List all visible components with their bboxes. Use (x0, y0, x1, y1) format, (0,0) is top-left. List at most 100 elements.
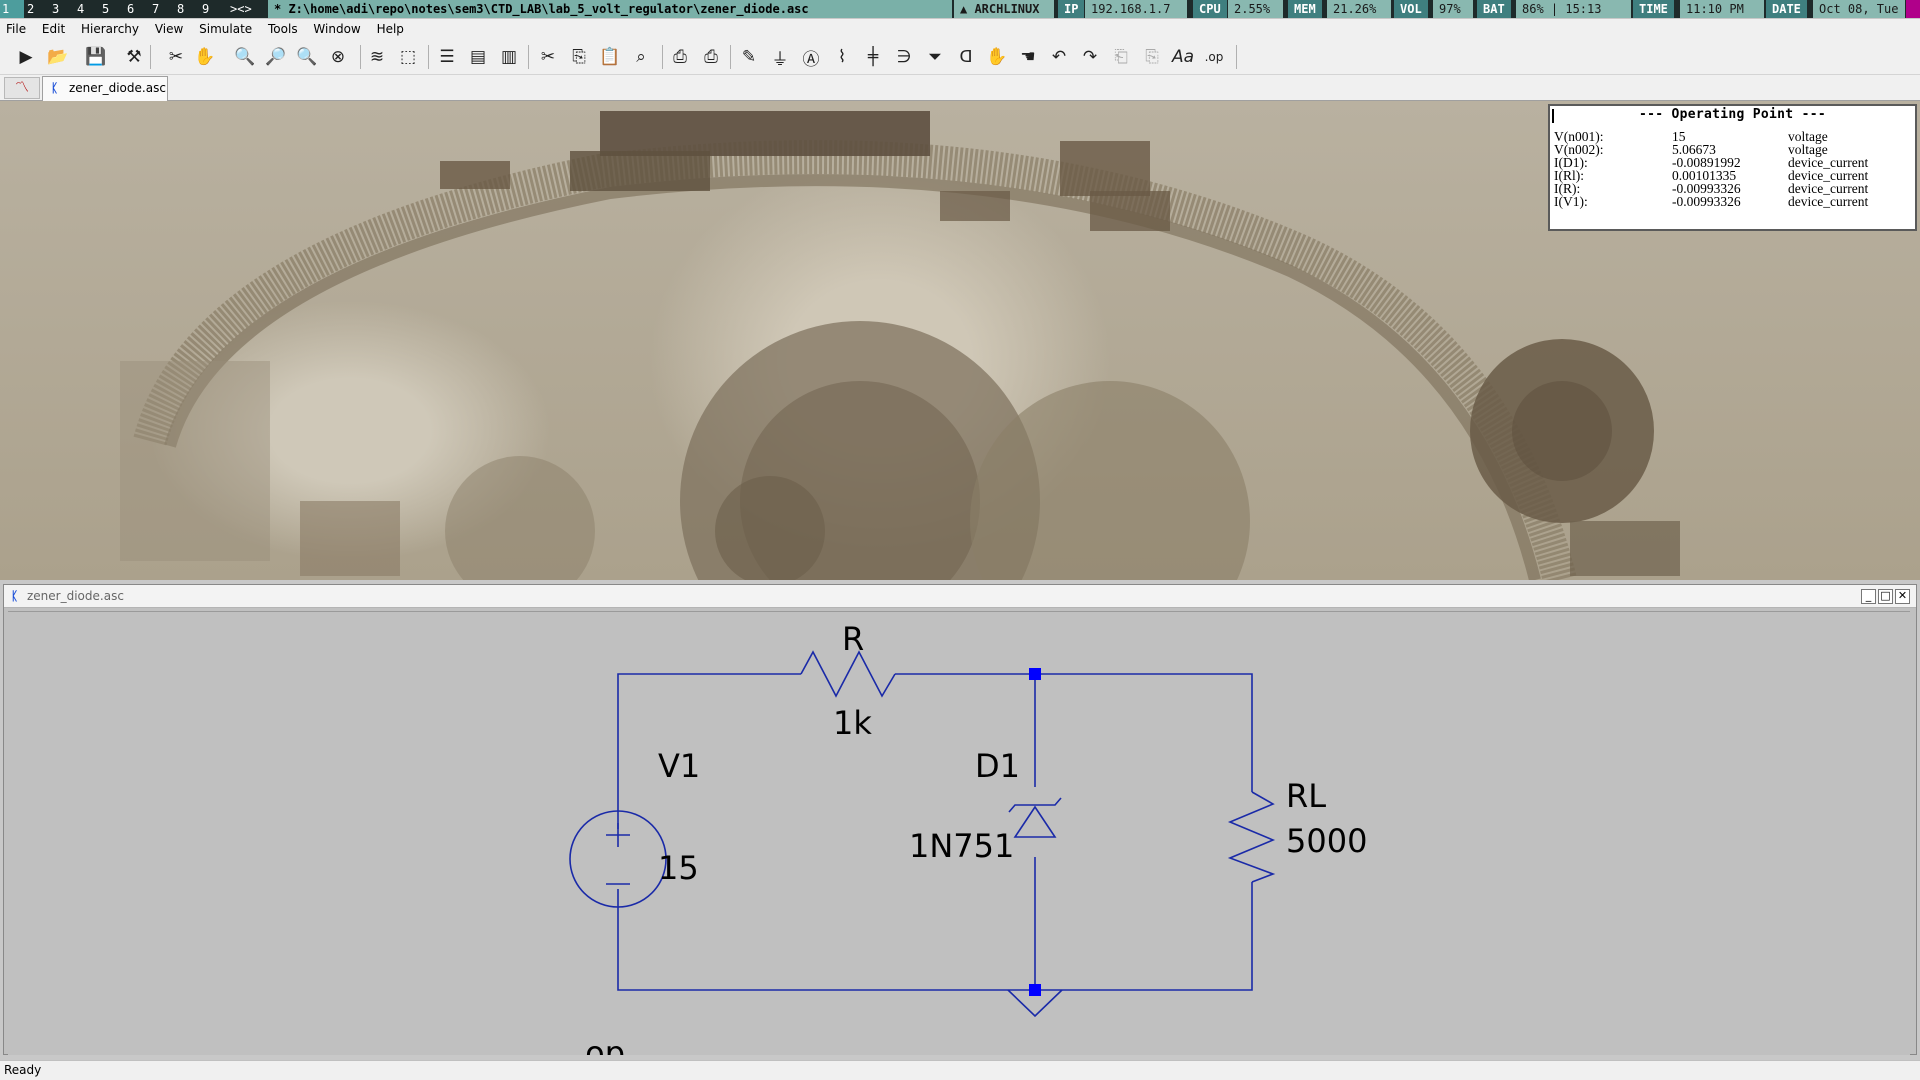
run-icon[interactable]: ▶ (14, 45, 38, 69)
mem-value: 21.26% (1327, 0, 1391, 18)
tab-zener-diode[interactable]: ᛕ zener_diode.asc (42, 76, 168, 101)
date-label: DATE (1766, 0, 1807, 18)
control-panel-icon[interactable]: ⚒ (122, 45, 146, 69)
text-icon[interactable]: Aa (1171, 45, 1195, 69)
v1-value-label[interactable]: 15 (658, 849, 699, 887)
rotate-icon[interactable]: ⎗ (1109, 45, 1133, 69)
menu-edit[interactable]: Edit (36, 19, 71, 39)
schematic-canvas[interactable]: R 1k V1 15 D1 1N751 RL 5000 .op (8, 611, 1910, 1055)
r-value-label[interactable]: 1k (833, 704, 872, 742)
minimize-button[interactable]: _ (1861, 589, 1876, 604)
menu-help[interactable]: Help (371, 19, 410, 39)
tile-vertical-icon[interactable]: ▤ (466, 45, 490, 69)
spice-directive-icon[interactable]: .op (1202, 45, 1226, 69)
workspace-7[interactable]: 7 (150, 0, 174, 18)
spice-directive-label[interactable]: .op (575, 1034, 625, 1055)
menu-file[interactable]: File (0, 19, 32, 39)
tab-label: zener_diode.asc (69, 81, 166, 95)
time-label: TIME (1633, 0, 1674, 18)
cpu-label: CPU (1193, 0, 1227, 18)
workspace-3[interactable]: 3 (50, 0, 74, 18)
draw-wire-pencil-icon[interactable]: ✎ (737, 45, 761, 69)
redo-icon[interactable]: ↷ (1078, 45, 1102, 69)
schematic-window-title: zener_diode.asc (27, 589, 124, 603)
drag-hand-icon[interactable]: ☚ (1016, 45, 1040, 69)
cut-icon[interactable]: ✂ (536, 45, 560, 69)
bat-label: BAT (1477, 0, 1511, 18)
d1-name-label[interactable]: D1 (975, 747, 1020, 785)
layout-indicator[interactable]: ><> (228, 0, 266, 18)
r-name-label[interactable]: R (842, 620, 864, 658)
copy-icon[interactable]: ⎘ (567, 45, 591, 69)
component-icon[interactable]: ᗡ (954, 45, 978, 69)
plot-pane-icon[interactable]: ⬚ (396, 45, 420, 69)
schematic-window-titlebar[interactable]: ᛕ zener_diode.asc _ □ ✕ (4, 585, 1916, 608)
v1-name-label[interactable]: V1 (658, 747, 700, 785)
print-setup-icon[interactable]: ⎙ (699, 45, 723, 69)
menu-simulate[interactable]: Simulate (193, 19, 258, 39)
ground-icon[interactable]: ⏚ (768, 45, 792, 70)
label-net-icon[interactable]: Ⓐ (799, 45, 823, 70)
menu-view[interactable]: View (149, 19, 189, 39)
schematic-icon: ᛕ (11, 589, 19, 603)
paste-icon[interactable]: 📋 (598, 45, 622, 69)
power-icon[interactable] (1906, 0, 1920, 18)
op-row-name: I(V1): (1554, 194, 1588, 209)
plot-settings-icon[interactable]: ≋ (365, 45, 389, 69)
wire-left-top (617, 673, 801, 829)
diode-icon[interactable]: ⏷ (923, 45, 947, 69)
move-hand-icon[interactable]: ✋ (985, 45, 1009, 69)
os-name: ARCHLINUX (974, 2, 1040, 16)
close-button[interactable]: ✕ (1895, 589, 1910, 604)
find-binoculars-icon[interactable]: ⌕ (629, 45, 653, 69)
menu-window[interactable]: Window (307, 19, 366, 39)
workspace-6[interactable]: 6 (125, 0, 149, 18)
autorange-icon[interactable]: ✂ (164, 45, 188, 69)
open-folder-icon[interactable]: 📂 (46, 45, 70, 69)
print-icon[interactable]: ⎙ (668, 45, 692, 69)
menu-tools[interactable]: Tools (262, 19, 304, 39)
zoom-fit-icon[interactable]: 🔎 (264, 45, 288, 69)
zoom-in-icon[interactable]: 🔍 (233, 45, 257, 69)
vol-value: 97% (1433, 0, 1473, 18)
zoom-cancel-icon[interactable]: ⊗ (326, 45, 350, 69)
save-icon[interactable]: 💾 (84, 45, 108, 69)
workspace-9[interactable]: 9 (200, 0, 224, 18)
ip-label: IP (1058, 0, 1085, 18)
mirror-icon[interactable]: ⎘ (1140, 45, 1164, 69)
junction-bottom (1029, 984, 1041, 996)
workspace-4[interactable]: 4 (75, 0, 99, 18)
cascade-windows-icon[interactable]: ▥ (497, 45, 521, 69)
op-row-value: -0.00993326 (1672, 194, 1741, 209)
rl-value-label[interactable]: 5000 (1286, 822, 1367, 860)
waveform-viewer-tab-icon[interactable]: 〽 (4, 77, 40, 99)
junction-top (1029, 668, 1041, 680)
toolbar-separator (730, 45, 731, 69)
toolbar-separator (662, 45, 663, 69)
workspace-5[interactable]: 5 (100, 0, 124, 18)
capacitor-icon[interactable]: ╪ (861, 45, 885, 69)
operating-point-title: --- Operating Point --- (1639, 107, 1826, 122)
zoom-out-icon[interactable]: 🔍 (295, 45, 319, 69)
workspace-8[interactable]: 8 (175, 0, 199, 18)
rl-name-label[interactable]: RL (1286, 777, 1326, 815)
undo-icon[interactable]: ↶ (1047, 45, 1071, 69)
maximize-button[interactable]: □ (1878, 589, 1893, 604)
operating-point-panel: --- Operating Point --- V(n001): 15 volt… (1548, 104, 1917, 231)
pan-hand-icon[interactable]: ✋ (193, 45, 217, 69)
workspace-2[interactable]: 2 (25, 0, 49, 18)
arch-icon: ▲ (960, 2, 975, 16)
workspace-1[interactable]: 1 (0, 0, 24, 18)
ip-value: 192.168.1.7 (1085, 0, 1187, 18)
resistor-icon[interactable]: ⌇ (830, 45, 854, 69)
toolbar-separator (528, 45, 529, 69)
document-tab-strip: 〽 ᛕ zener_diode.asc (0, 75, 1920, 101)
inductor-icon[interactable]: ∋ (892, 45, 916, 69)
zener-cathode-bar (1008, 797, 1062, 813)
op-row-type: device_current (1788, 194, 1869, 209)
date-value: Oct 08, Tue (1813, 0, 1905, 18)
toolbar: ▶ 📂 💾 ⚒ ✂ ✋ 🔍 🔎 🔍 ⊗ ≋ ⬚ ☰ ▤ ▥ ✂ ⎘ 📋 ⌕ ⎙ … (0, 39, 1920, 75)
menu-hierarchy[interactable]: Hierarchy (75, 19, 145, 39)
tile-horizontal-icon[interactable]: ☰ (435, 45, 459, 69)
d1-value-label[interactable]: 1N751 (909, 827, 1014, 865)
